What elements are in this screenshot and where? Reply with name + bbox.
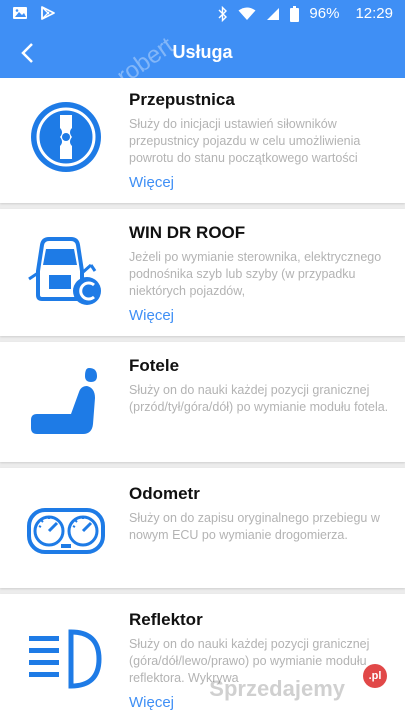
odometer-icon	[27, 508, 105, 554]
car-window-icon	[28, 237, 101, 305]
image-icon	[13, 7, 27, 19]
item-title: Reflektor	[129, 610, 203, 629]
more-link[interactable]: Więcej	[129, 174, 174, 191]
item-title: Odometr	[129, 484, 200, 503]
more-link[interactable]: Więcej	[129, 307, 174, 324]
signal-icon	[267, 7, 280, 20]
clock: 12:29	[355, 5, 393, 22]
page-title: Usługa	[172, 42, 233, 62]
item-description: Jeżeli po wymianie sterownika, elektrycz…	[129, 250, 382, 298]
list-item-seats[interactable]: Fotele Służy on do nauki każdej pozycji …	[0, 342, 405, 462]
item-title: WIN DR ROOF	[129, 223, 246, 242]
wifi-icon	[238, 7, 256, 20]
play-store-icon	[41, 6, 55, 20]
bluetooth-icon	[218, 5, 228, 22]
item-description: Służy do inicjacji ustawień siłowników p…	[129, 117, 361, 165]
battery-icon	[290, 5, 300, 22]
item-description: Służy on do nauki każdej pozycji granicz…	[129, 383, 389, 414]
list-item-win-dr-roof[interactable]: WIN DR ROOF Jeżeli po wymianie sterownik…	[0, 209, 405, 336]
status-bar: 96% 12:29	[0, 0, 405, 28]
item-description: Służy on do zapisu oryginalnego przebieg…	[129, 511, 380, 542]
watermark-badge: .pl	[363, 664, 387, 688]
throttle-icon	[31, 102, 101, 172]
list-item-odometer[interactable]: Odometr Służy on do zapisu oryginalnego …	[0, 468, 405, 588]
watermark-text: Sprzedajemy	[209, 676, 345, 701]
headlight-icon	[29, 629, 102, 689]
item-title: Fotele	[129, 356, 180, 375]
app-bar: Usługa robert	[0, 28, 405, 90]
seat-icon	[31, 368, 97, 434]
list-item-throttle[interactable]: Przepustnica Służy do inicjacji ustawień…	[0, 78, 405, 203]
battery-level: 96%	[309, 5, 340, 22]
more-link[interactable]: Więcej	[129, 694, 174, 711]
item-title: Przepustnica	[129, 90, 235, 109]
